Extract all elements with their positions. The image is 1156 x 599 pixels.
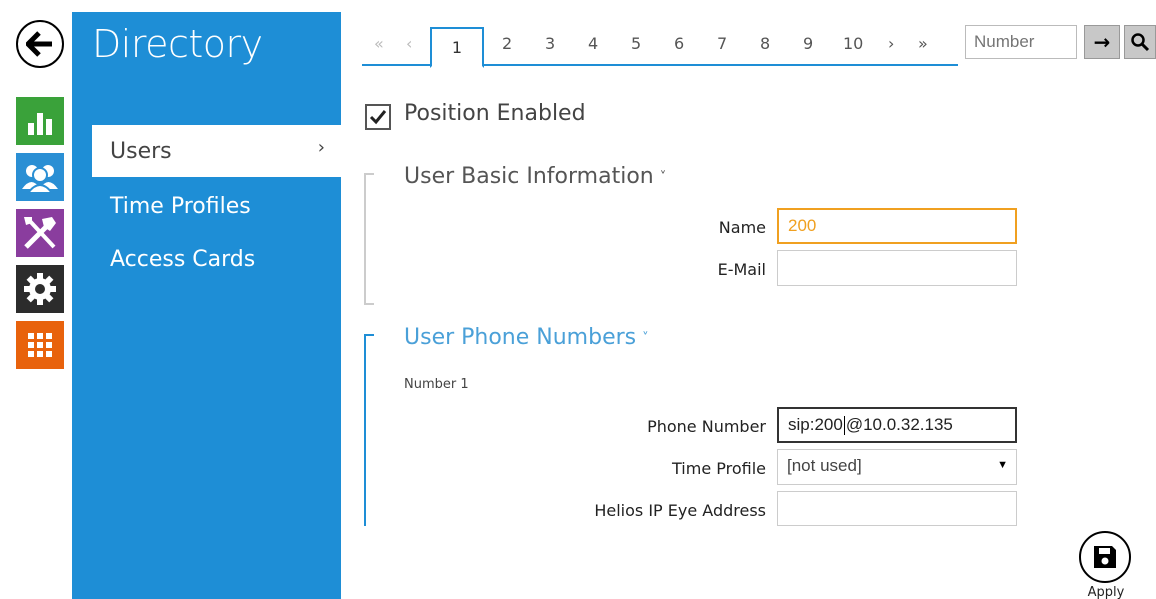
time-profile-label: Time Profile [672,459,766,478]
next-page-button[interactable]: › [888,34,894,53]
number-1-label: Number 1 [404,377,469,392]
phone-value-start: sip:200 [788,415,843,434]
section-bracket [364,334,374,526]
phone-number-label: Phone Number [647,417,766,436]
sidebar: Directory Users › Time Profiles Access C… [72,12,341,599]
bar-chart-icon [28,113,52,135]
pagination: « ‹ 1 2 3 4 5 6 7 8 9 10 › » [362,24,958,68]
save-icon [1094,546,1116,568]
users-icon [22,165,58,193]
tools-icon [24,217,56,249]
name-label: Name [718,218,766,237]
section-bracket [364,173,374,305]
first-page-button[interactable]: « [374,34,384,53]
sidebar-item-time-profiles[interactable]: Time Profiles [92,180,341,232]
page-9-button[interactable]: 9 [803,34,813,53]
page-4-button[interactable]: 4 [588,34,598,53]
basic-info-section-header[interactable]: User Basic Information ˅ [404,164,666,189]
dropdown-arrow-icon: ▼ [997,459,1008,471]
rail-system[interactable] [16,321,64,369]
rail-settings[interactable] [16,265,64,313]
phone-number-field[interactable]: sip:200 @10.0.32.135 [777,407,1017,443]
back-button[interactable] [16,20,64,68]
gear-icon [24,273,56,305]
phone-numbers-section-header[interactable]: User Phone Numbers ˅ [404,325,649,350]
page-5-button[interactable]: 5 [631,34,641,53]
name-field[interactable]: 200 [777,208,1017,244]
page-number-input[interactable] [965,25,1077,59]
apply-button[interactable] [1079,531,1131,583]
search-button[interactable] [1124,25,1156,59]
email-label: E-Mail [717,260,766,279]
text-caret [843,416,845,436]
sidebar-item-label: Access Cards [110,246,256,272]
chevron-down-icon: ˅ [642,330,649,346]
rail-hardware[interactable] [16,209,64,257]
search-icon [1131,33,1150,52]
page-7-button[interactable]: 7 [717,34,727,53]
page-6-button[interactable]: 6 [674,34,684,53]
position-enabled-checkbox[interactable] [365,104,391,130]
grid-icon [28,333,52,357]
checkmark-icon [369,110,387,125]
time-profile-select[interactable]: [not used] ▼ [777,449,1017,485]
time-profile-value: [not used] [787,456,862,475]
rail-statistics[interactable] [16,97,64,145]
chevron-right-icon: › [317,137,325,158]
apply-label: Apply [1087,585,1125,599]
email-field[interactable] [777,250,1017,286]
arrow-right-icon: → [1093,30,1111,54]
section-title: User Phone Numbers [404,325,637,350]
icon-rail [0,0,72,599]
phone-value-end: @10.0.32.135 [845,415,953,434]
page-8-button[interactable]: 8 [760,34,770,53]
page-2-button[interactable]: 2 [502,34,512,53]
page-3-button[interactable]: 3 [545,34,555,53]
go-button[interactable]: → [1084,25,1120,59]
sidebar-item-access-cards[interactable]: Access Cards [92,233,341,285]
section-title: User Basic Information [404,164,654,189]
page-10-button[interactable]: 10 [843,34,863,53]
helios-address-label: Helios IP Eye Address [594,501,766,520]
prev-page-button[interactable]: ‹ [406,34,412,53]
helios-address-field[interactable] [777,491,1017,526]
chevron-down-icon: ˅ [659,169,667,185]
last-page-button[interactable]: » [918,34,928,53]
rail-directory[interactable] [16,153,64,201]
back-arrow-icon [26,31,52,57]
page-title: Directory [92,22,263,66]
sidebar-item-label: Time Profiles [110,193,251,219]
sidebar-item-label: Users [110,138,172,164]
position-enabled-label: Position Enabled [404,101,586,126]
sidebar-item-users[interactable]: Users › [92,125,341,177]
page-1-button[interactable]: 1 [430,27,484,68]
